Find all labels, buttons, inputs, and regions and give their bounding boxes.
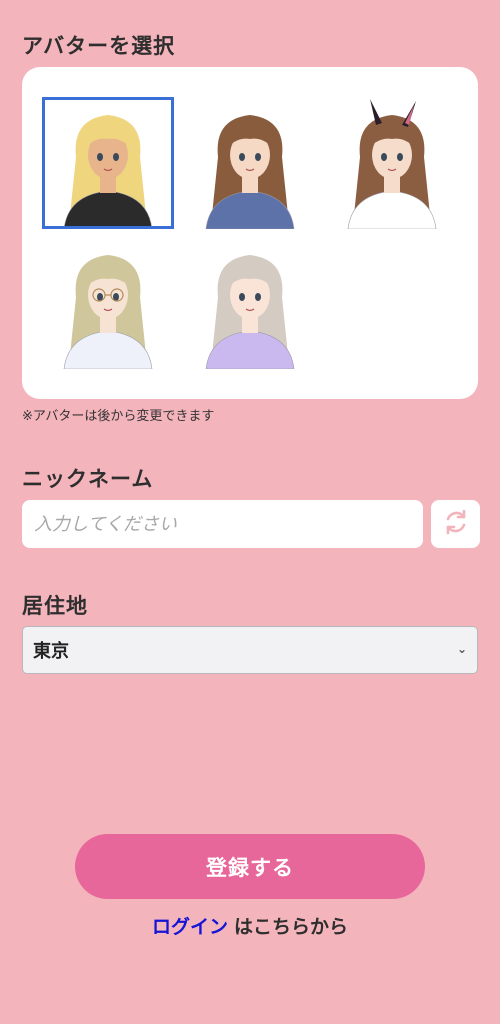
nickname-title: ニックネーム: [22, 467, 154, 491]
silver-hair-maid-avatar[interactable]: [184, 237, 316, 369]
avatar-grid: [22, 67, 478, 399]
residence-select[interactable]: 東京 ⌄: [22, 626, 478, 674]
glasses-ashblonde-avatar[interactable]: [42, 237, 174, 369]
register-button[interactable]: 登録する: [75, 834, 425, 899]
residence-title: 居住地: [22, 594, 88, 618]
login-prompt: ログイン はこちらから: [0, 912, 500, 939]
blonde-long-hair-avatar[interactable]: [42, 97, 174, 229]
refresh-icon: [441, 507, 471, 541]
avatar-change-note: ※アバターは後から変更できます: [22, 409, 215, 424]
login-suffix: はこちらから: [234, 916, 349, 938]
avatar-section-title: アバターを選択: [22, 34, 176, 58]
residence-selected-value: 東京: [33, 641, 69, 662]
chevron-down-icon: ⌄: [456, 642, 467, 656]
login-link[interactable]: ログイン: [152, 916, 228, 938]
brown-long-hair-avatar[interactable]: [184, 97, 316, 229]
nickname-input[interactable]: [22, 500, 423, 548]
random-nickname-button[interactable]: [431, 500, 480, 548]
bunny-ears-avatar[interactable]: [326, 97, 458, 229]
